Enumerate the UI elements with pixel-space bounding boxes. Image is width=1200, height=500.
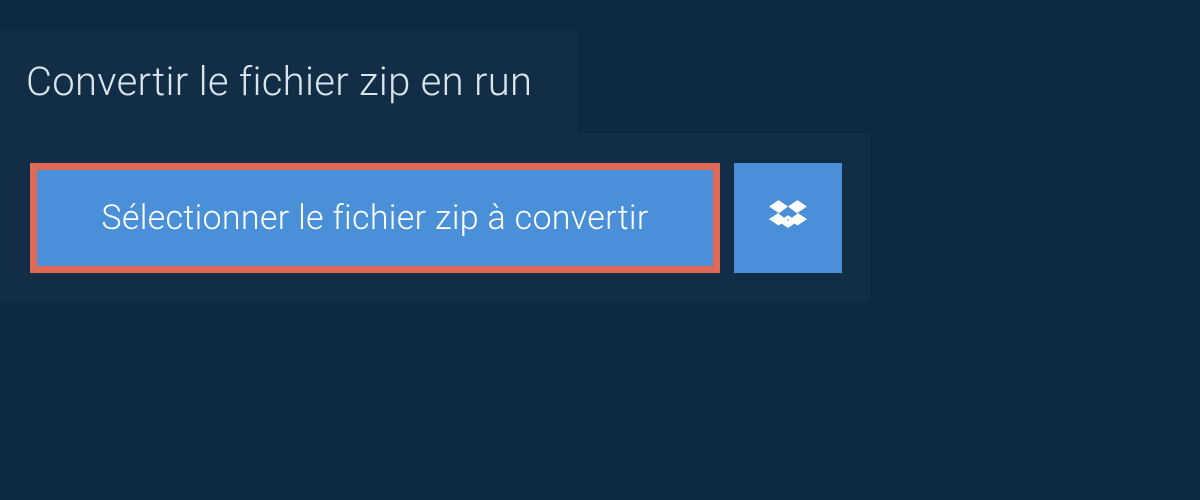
button-row: Sélectionner le fichier zip à convertir bbox=[30, 163, 840, 273]
dropbox-icon bbox=[769, 197, 807, 239]
select-file-button[interactable]: Sélectionner le fichier zip à convertir bbox=[30, 163, 720, 273]
select-file-button-label: Sélectionner le fichier zip à convertir bbox=[101, 198, 648, 238]
tab-header: Convertir le fichier zip en run bbox=[0, 30, 578, 133]
dropbox-button[interactable] bbox=[734, 163, 842, 273]
page-title: Convertir le fichier zip en run bbox=[26, 58, 532, 105]
file-select-panel: Sélectionner le fichier zip à convertir bbox=[0, 133, 870, 303]
